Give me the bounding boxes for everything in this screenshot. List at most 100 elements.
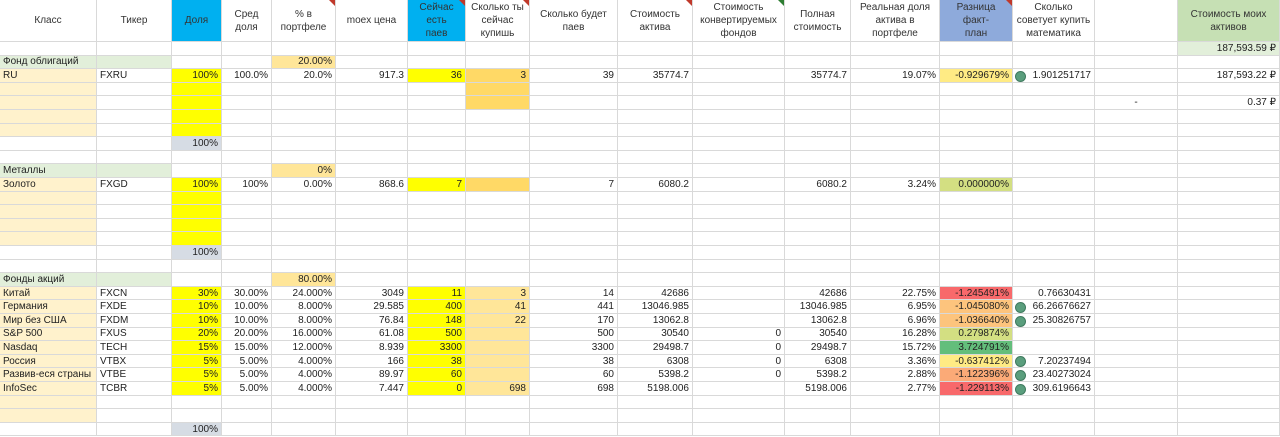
cell-r5-pct[interactable] xyxy=(272,110,336,124)
header-total[interactable]: Стоимость моих активов xyxy=(1178,0,1280,42)
row-china-sred[interactable]: 30.00% xyxy=(222,286,272,301)
cell-r9-real[interactable] xyxy=(851,164,940,178)
row-germany-buy[interactable]: 41 xyxy=(466,300,530,314)
row-russia-full[interactable]: 6308 xyxy=(785,354,851,369)
cell-r11-buy[interactable] xyxy=(466,191,530,206)
row-russia-sred[interactable]: 5.00% xyxy=(222,354,272,369)
cell-r16-real[interactable] xyxy=(851,259,940,274)
row-germany-math[interactable]: 66.26676627 xyxy=(1013,300,1095,314)
cell-r27-cost[interactable] xyxy=(618,409,693,423)
row-nasdaq-buy[interactable] xyxy=(466,341,530,355)
cell-r0-sred[interactable] xyxy=(222,42,272,56)
row-russia-name[interactable]: Россия xyxy=(0,354,97,369)
cell-r9-now[interactable] xyxy=(408,164,466,178)
row-russia-math[interactable]: 7.20237494 xyxy=(1013,354,1095,369)
row-world-sred[interactable]: 10.00% xyxy=(222,314,272,328)
cell-r3-full[interactable] xyxy=(785,82,851,97)
cell-r1-math[interactable] xyxy=(1013,55,1095,70)
cell-r25-gap[interactable] xyxy=(1095,382,1178,396)
cell-r16-conv[interactable] xyxy=(693,259,785,274)
header-real[interactable]: Реальная доля актива в портфеле xyxy=(851,0,940,42)
row-gold-cost[interactable]: 6080.2 xyxy=(618,178,693,192)
row-nasdaq-sred[interactable]: 15.00% xyxy=(222,341,272,355)
row-gold-ticker[interactable]: FXGD xyxy=(97,178,172,192)
cell-r20-gap[interactable] xyxy=(1095,314,1178,328)
cell-r26-sred[interactable] xyxy=(222,395,272,410)
row-nasdaq-real[interactable]: 15.72% xyxy=(851,341,940,355)
cell-r16-cost[interactable] xyxy=(618,259,693,274)
cell-r12-conv[interactable] xyxy=(693,205,785,219)
cell-r14-dolya[interactable] xyxy=(172,232,222,246)
row-sp500-name[interactable]: S&P 500 xyxy=(0,327,97,342)
cell-r28-full[interactable] xyxy=(785,422,851,437)
section-title[interactable]: Фонд облигаций xyxy=(0,55,97,70)
cell-r7-buy[interactable] xyxy=(466,137,530,151)
cell-r28-cost[interactable] xyxy=(618,422,693,437)
row-ru-dolya[interactable]: 100% xyxy=(172,69,222,83)
cell-r28-total[interactable] xyxy=(1178,422,1280,437)
cell-r15-will[interactable] xyxy=(530,246,618,260)
cell-r3-moex[interactable] xyxy=(336,82,408,97)
cell-r0-real[interactable] xyxy=(851,42,940,56)
cell-r15-sred[interactable] xyxy=(222,246,272,260)
cell-r6-gap[interactable] xyxy=(1095,123,1178,138)
header-diff[interactable]: Разница факт-план xyxy=(940,0,1013,42)
row-emerging-real[interactable]: 2.88% xyxy=(851,368,940,382)
row-germany-cost[interactable]: 13046.985 xyxy=(618,300,693,314)
header-dolya[interactable]: Доля xyxy=(172,0,222,42)
cell-r16-will[interactable] xyxy=(530,259,618,274)
row-nasdaq-dolya[interactable]: 15% xyxy=(172,341,222,355)
row-russia-moex[interactable]: 166 xyxy=(336,354,408,369)
row-gold-pct[interactable]: 0.00% xyxy=(272,178,336,192)
row-emerging-pct[interactable]: 4.000% xyxy=(272,368,336,382)
row-sp500-now[interactable]: 500 xyxy=(408,327,466,342)
cell-r4-full[interactable] xyxy=(785,96,851,110)
row-gold-buy[interactable] xyxy=(466,178,530,192)
cell-r26-moex[interactable] xyxy=(336,395,408,410)
cell-r9-total[interactable] xyxy=(1178,164,1280,178)
cell-r4-klass[interactable] xyxy=(0,96,97,110)
cell-r7-will[interactable] xyxy=(530,137,618,151)
cell-r1-gap[interactable] xyxy=(1095,55,1178,70)
cell-r16-now[interactable] xyxy=(408,259,466,274)
cell-r11-dolya[interactable] xyxy=(172,191,222,206)
row-sp500-buy[interactable] xyxy=(466,327,530,342)
cell-r26-buy[interactable] xyxy=(466,395,530,410)
cell-r8-moex[interactable] xyxy=(336,150,408,165)
cell-r8-klass[interactable] xyxy=(0,150,97,165)
cell-r13-full[interactable] xyxy=(785,218,851,233)
row-russia-diff[interactable]: -0.637412% xyxy=(940,354,1013,369)
cell-r3-dolya[interactable] xyxy=(172,82,222,97)
cell-r6-full[interactable] xyxy=(785,123,851,138)
row-infosec-real[interactable]: 2.77% xyxy=(851,382,940,396)
row-world-cost[interactable]: 13062.8 xyxy=(618,314,693,328)
row-sp500-diff[interactable]: 0.279874% xyxy=(940,327,1013,342)
cell-r27-full[interactable] xyxy=(785,409,851,423)
row-ru-sred[interactable]: 100.0% xyxy=(222,69,272,83)
cell-r13-now[interactable] xyxy=(408,218,466,233)
cell-r11-ticker[interactable] xyxy=(97,191,172,206)
cell-r14-buy[interactable] xyxy=(466,232,530,246)
row-ru-pct[interactable]: 20.0% xyxy=(272,69,336,83)
cell-r12-now[interactable] xyxy=(408,205,466,219)
cell-r7-conv[interactable] xyxy=(693,137,785,151)
row-ru-will[interactable]: 39 xyxy=(530,69,618,83)
cell-r9-diff[interactable] xyxy=(940,164,1013,178)
cell-r0-gap[interactable] xyxy=(1095,42,1178,56)
cell-r12-moex[interactable] xyxy=(336,205,408,219)
row-infosec-dolya[interactable]: 5% xyxy=(172,382,222,396)
cell-r0-cost[interactable] xyxy=(618,42,693,56)
cell-r0-pct[interactable] xyxy=(272,42,336,56)
cell-r5-math[interactable] xyxy=(1013,110,1095,124)
cell-r27-conv[interactable] xyxy=(693,409,785,423)
cell-r14-real[interactable] xyxy=(851,232,940,246)
cell-r12-cost[interactable] xyxy=(618,205,693,219)
row-nasdaq-pct[interactable]: 12.000% xyxy=(272,341,336,355)
cell-r9-math[interactable] xyxy=(1013,164,1095,178)
row-germany-diff[interactable]: -1.045080% xyxy=(940,300,1013,314)
cell-r8-will[interactable] xyxy=(530,150,618,165)
cell-r26-pct[interactable] xyxy=(272,395,336,410)
cell-r28-buy[interactable] xyxy=(466,422,530,437)
cell-r27-dolya[interactable] xyxy=(172,409,222,423)
cell-r12-real[interactable] xyxy=(851,205,940,219)
